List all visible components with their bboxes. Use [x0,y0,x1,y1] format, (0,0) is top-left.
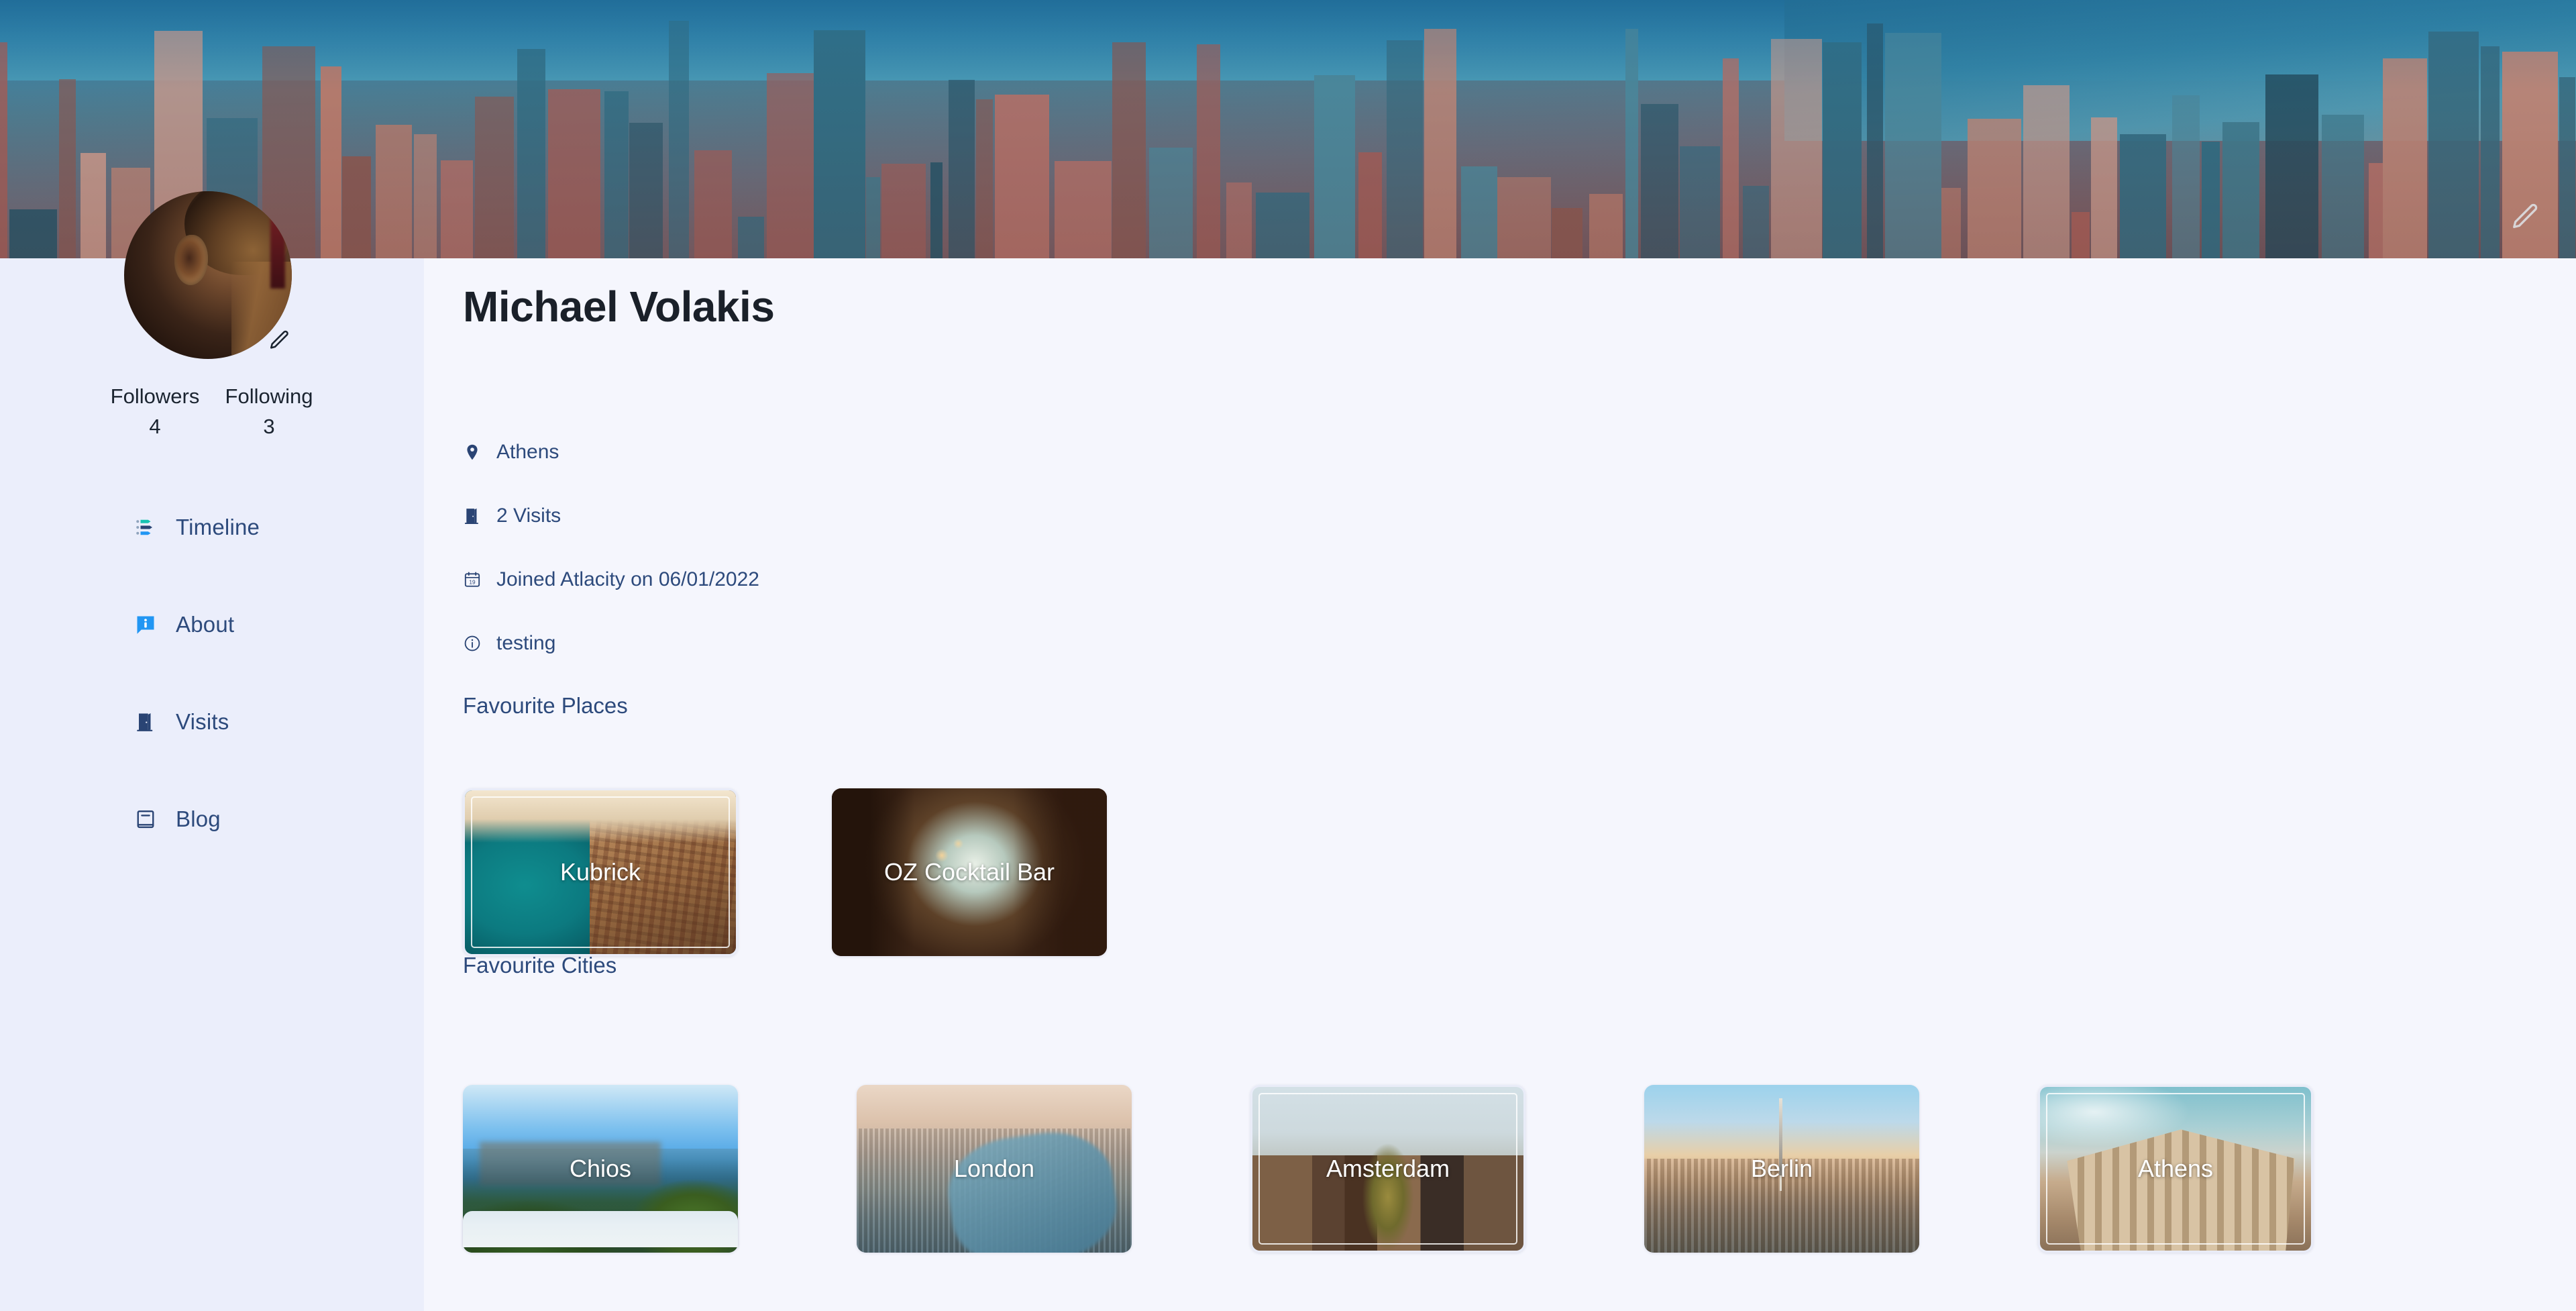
door-icon [463,506,482,526]
sidebar-item-about[interactable]: About [0,604,424,645]
edit-cover-icon[interactable] [2510,201,2541,232]
city-card-label: Athens [2137,1155,2214,1182]
stat-following-value: 3 [263,414,275,438]
city-card[interactable]: Berlin [1644,1085,1919,1253]
stat-followers-value: 4 [149,414,161,438]
city-card-image [463,1211,738,1247]
sidebar-item-visits-label: Visits [176,709,229,734]
book-icon [134,808,157,831]
profile-sidebar: Followers 4 Following 3 Timeline About V… [0,191,424,1311]
calendar-icon: 19 [463,570,482,590]
place-card[interactable]: Kubrick [463,788,738,956]
avatar-art-ear [174,235,208,285]
city-card-label: Amsterdam [1326,1155,1450,1182]
cover-photo[interactable] [0,0,2576,258]
svg-text:19: 19 [469,580,476,586]
meta-bio-text: testing [496,632,556,654]
meta-visits: 2 Visits [463,500,759,532]
meta-joined: 19 Joined Atlacity on 06/01/2022 [463,564,759,596]
city-card-label: Berlin [1750,1155,1813,1182]
city-card-label: London [953,1155,1035,1182]
profile-stats: Followers 4 Following 3 [0,382,424,443]
place-card[interactable]: OZ Cocktail Bar [832,788,1107,956]
place-card-label: OZ Cocktail Bar [883,858,1055,886]
city-card[interactable]: Athens [2038,1085,2313,1253]
section-title-places: Favourite Places [463,693,628,718]
sidebar-item-about-label: About [176,612,235,637]
meta-bio: testing [463,627,759,660]
info-circle-icon [463,633,482,653]
stat-followers[interactable]: Followers 4 [98,382,212,443]
page-title: Michael Volakis [463,282,775,331]
sidebar-item-blog[interactable]: Blog [0,798,424,840]
meta-location: Athens [463,436,759,468]
sidebar-item-blog-label: Blog [176,806,221,831]
favourite-cities-row: Chios London Amsterdam Berlin Athens [463,1085,2313,1253]
city-card-label: Chios [569,1155,632,1182]
stat-followers-label: Followers [110,384,200,408]
info-bubble-icon [134,613,157,636]
timeline-icon [134,516,157,539]
edit-avatar-icon[interactable] [268,329,291,352]
favourite-places-row: Kubrick OZ Cocktail Bar [463,788,1107,956]
city-card[interactable] [463,1211,738,1247]
profile-page: Followers 4 Following 3 Timeline About V… [0,0,2576,1311]
sidebar-item-timeline-label: Timeline [176,515,260,539]
location-pin-icon [463,442,482,462]
profile-main: Michael Volakis Athens 2 Visits 19 Joine… [424,258,2576,1311]
avatar[interactable] [124,191,292,359]
stat-following[interactable]: Following 3 [212,382,326,443]
meta-location-text: Athens [496,441,559,463]
favourite-cities-overflow-row [463,1211,738,1247]
profile-meta-list: Athens 2 Visits 19 Joined Atlacity on 06… [463,436,759,691]
sidebar-item-timeline[interactable]: Timeline [0,507,424,548]
meta-joined-text: Joined Atlacity on 06/01/2022 [496,568,759,590]
city-card[interactable]: London [857,1085,1132,1253]
stat-following-label: Following [225,384,313,408]
city-card[interactable]: Amsterdam [1250,1085,1525,1253]
door-icon [134,711,157,733]
meta-visits-text: 2 Visits [496,505,561,527]
sidebar-item-visits[interactable]: Visits [0,701,424,743]
place-card-label: Kubrick [559,858,641,886]
sidebar-nav: Timeline About Visits Blog [0,507,424,896]
section-title-cities: Favourite Cities [463,953,617,978]
avatar-art-accent [270,218,285,289]
